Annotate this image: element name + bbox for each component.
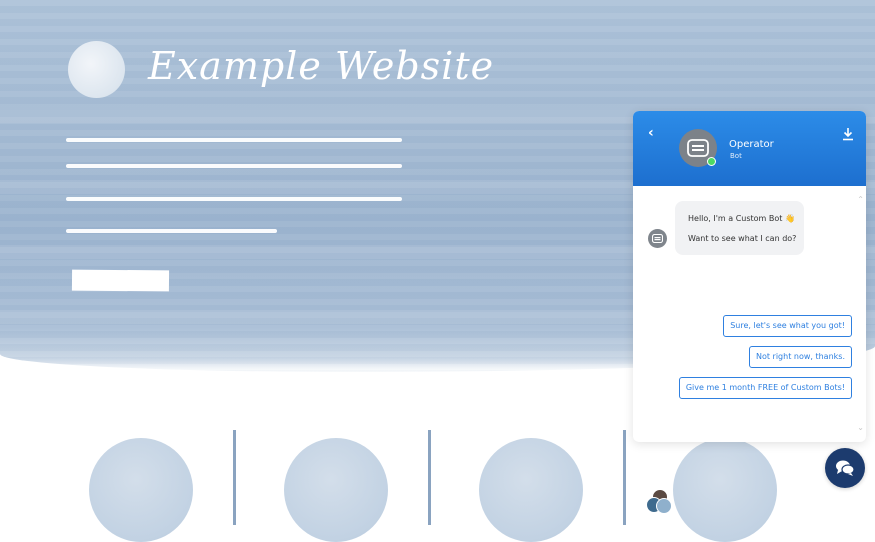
feature-card-image [284, 438, 388, 542]
download-icon[interactable] [842, 127, 854, 141]
card-divider [623, 430, 626, 525]
site-logo[interactable] [68, 41, 125, 98]
bot-message-bubble: Hello, I'm a Custom Bot 👋 Want to see wh… [675, 201, 804, 255]
hero-text-line [66, 229, 277, 233]
bot-icon [687, 139, 709, 157]
quick-reply-button[interactable]: Give me 1 month FREE of Custom Bots! [678, 377, 852, 399]
chat-widget: ‹ Operator Bot ⌃ Hello, I'm a Custom Bot… [633, 111, 866, 442]
chat-header: ‹ Operator Bot [633, 111, 866, 186]
feature-card-image [673, 438, 777, 542]
feature-card-image [479, 438, 583, 542]
agent-avatar [656, 498, 672, 514]
hero-text-line [66, 197, 402, 201]
hero-text-line [66, 164, 402, 168]
bot-message: Hello, I'm a Custom Bot 👋 [688, 214, 795, 223]
operator-role: Bot [730, 152, 742, 160]
agent-avatars [646, 489, 672, 514]
chevron-left-icon[interactable]: ‹ [648, 125, 654, 141]
quick-reply-button[interactable]: Sure, let's see what you got! [723, 315, 852, 337]
card-divider [233, 430, 236, 525]
card-divider [428, 430, 431, 525]
chat-bubbles-icon [836, 460, 855, 476]
feature-card-image [89, 438, 193, 542]
hero-cta-button[interactable] [71, 269, 170, 292]
hero-text-line [66, 138, 402, 142]
operator-name: Operator [729, 139, 774, 150]
online-status-dot [707, 157, 716, 166]
bot-message: Want to see what I can do? [688, 234, 797, 243]
scroll-up-icon[interactable]: ⌃ [857, 195, 864, 204]
bot-avatar [648, 229, 667, 248]
quick-reply-button[interactable]: Not right now, thanks. [748, 346, 852, 368]
site-title: Example Website [148, 44, 495, 88]
chat-launcher-button[interactable] [825, 448, 865, 488]
scroll-down-icon[interactable]: ⌄ [857, 423, 864, 432]
bot-icon [652, 234, 663, 243]
